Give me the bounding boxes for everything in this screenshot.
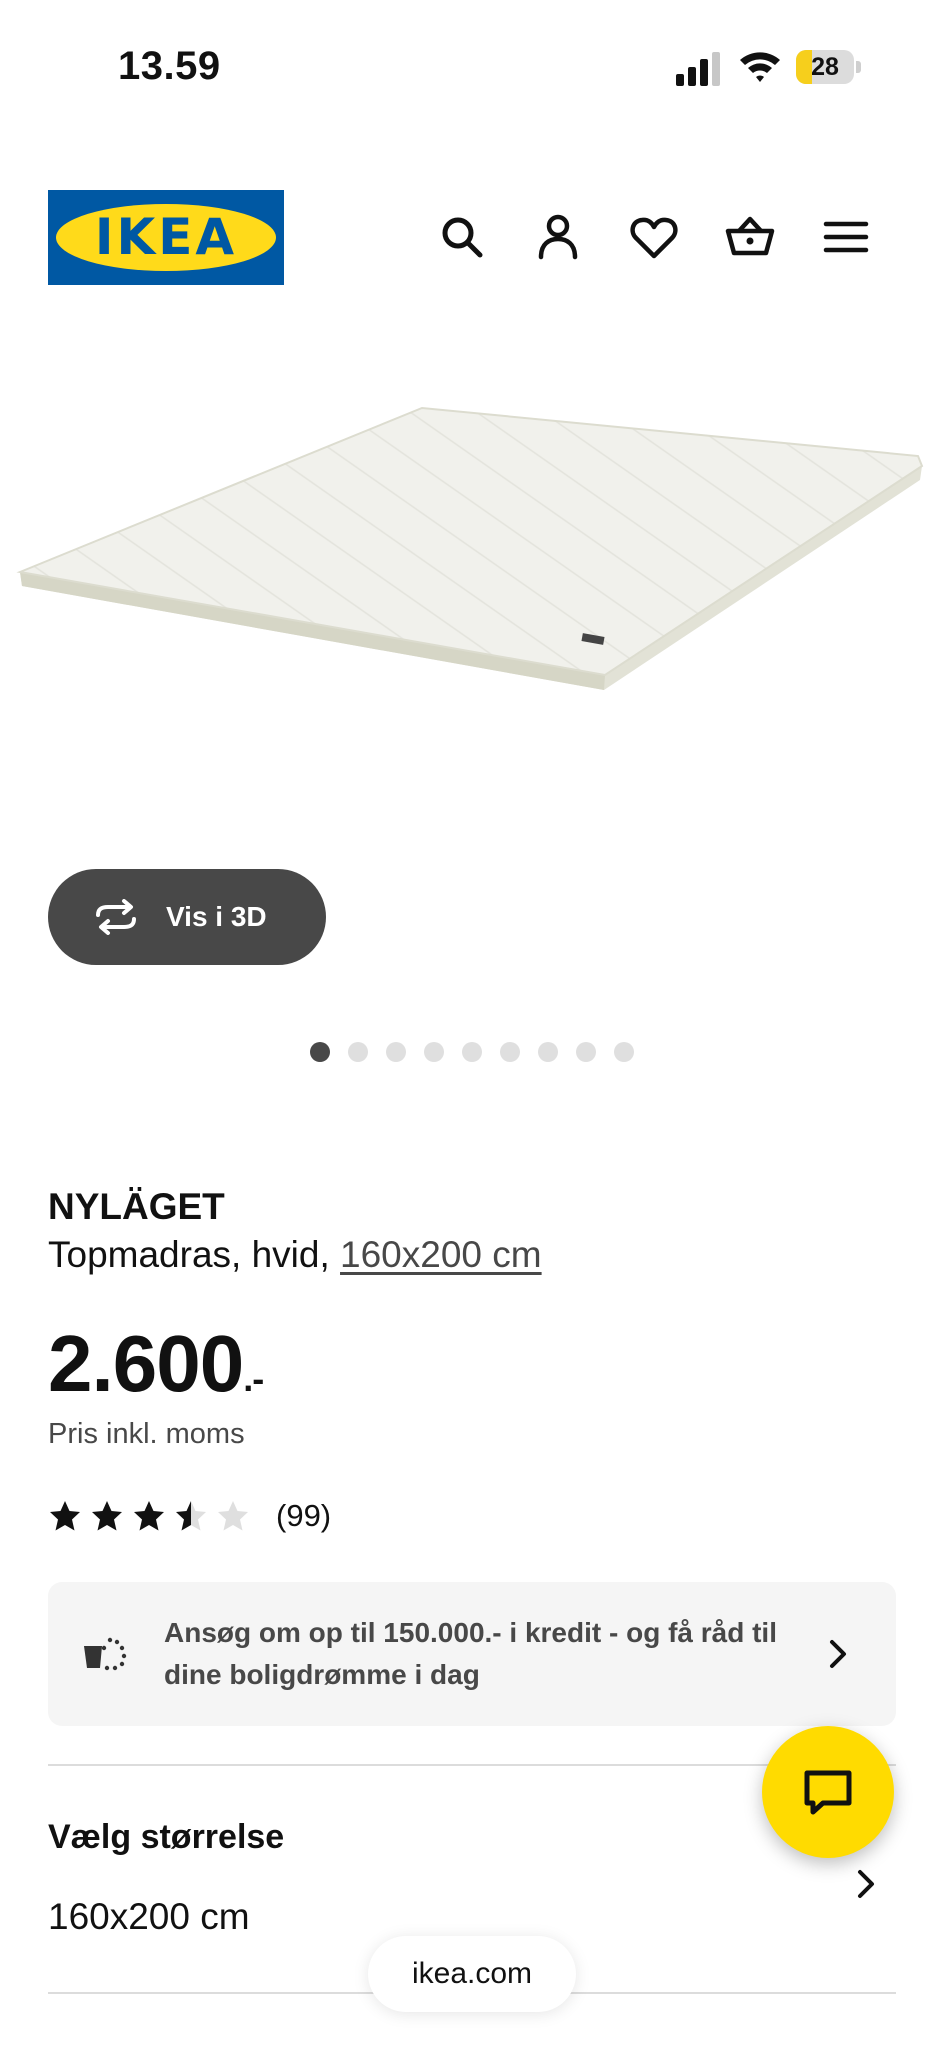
product-description-text: Topmadras, hvid,: [48, 1234, 341, 1275]
review-count: (99): [276, 1498, 332, 1533]
browser-url[interactable]: ikea.com: [368, 1936, 576, 2012]
status-time: 13.59: [118, 44, 221, 88]
gallery-dot[interactable]: [614, 1042, 634, 1062]
rating[interactable]: (99): [48, 1496, 331, 1536]
search-icon[interactable]: [436, 211, 488, 263]
gallery-dot[interactable]: [538, 1042, 558, 1062]
cellular-signal-icon: [676, 50, 722, 86]
ikea-logo[interactable]: IKEA: [48, 190, 284, 285]
battery-level: 28: [811, 53, 839, 81]
star-icon: [176, 1501, 206, 1531]
rating-stars: [48, 1499, 258, 1533]
star-icon: [50, 1501, 80, 1531]
price-note: Pris inkl. moms: [48, 1418, 245, 1450]
heart-icon[interactable]: [628, 211, 680, 263]
star-icon: [218, 1501, 248, 1531]
view-3d-button[interactable]: Vis i 3D: [48, 869, 326, 965]
battery-icon: 28: [796, 50, 862, 84]
gallery-dot[interactable]: [386, 1042, 406, 1062]
price-value: 2.600: [48, 1319, 244, 1408]
price: 2.600.-: [48, 1318, 264, 1410]
credit-card-icon: [84, 1637, 127, 1671]
gallery-dot[interactable]: [310, 1042, 330, 1062]
product-description: Topmadras, hvid, 160x200 cm: [48, 1234, 542, 1276]
logo-text: IKEA: [94, 208, 238, 266]
gallery-dot[interactable]: [576, 1042, 596, 1062]
size-selector-value[interactable]: 160x200 cm: [48, 1896, 250, 1938]
gallery-dot[interactable]: [500, 1042, 520, 1062]
menu-icon[interactable]: [820, 211, 872, 263]
size-link[interactable]: 160x200 cm: [340, 1234, 542, 1275]
product-image[interactable]: [0, 380, 944, 900]
chevron-right-icon: [830, 1640, 846, 1668]
gallery-pagination[interactable]: [0, 1040, 944, 1064]
wifi-icon: [738, 46, 782, 86]
size-selector-label: Vælg størrelse: [48, 1818, 285, 1856]
account-icon[interactable]: [532, 211, 584, 263]
gallery-dot[interactable]: [462, 1042, 482, 1062]
price-suffix: .-: [243, 1358, 264, 1399]
chevron-right-icon[interactable]: [848, 1862, 884, 1906]
rotate-3d-icon: [96, 899, 136, 935]
star-icon: [92, 1501, 122, 1531]
view-3d-label: Vis i 3D: [166, 901, 267, 932]
chat-bubble-icon: [804, 1770, 852, 1815]
credit-banner-text: Ansøg om op til 150.000.- i kredit - og …: [164, 1617, 777, 1690]
product-name: NYLÄGET: [48, 1186, 225, 1227]
basket-icon[interactable]: [724, 211, 776, 263]
gallery-dot[interactable]: [348, 1042, 368, 1062]
gallery-dot[interactable]: [424, 1042, 444, 1062]
star-icon: [134, 1501, 164, 1531]
chat-button[interactable]: [762, 1726, 894, 1858]
credit-banner[interactable]: Ansøg om op til 150.000.- i kredit - og …: [48, 1582, 896, 1726]
